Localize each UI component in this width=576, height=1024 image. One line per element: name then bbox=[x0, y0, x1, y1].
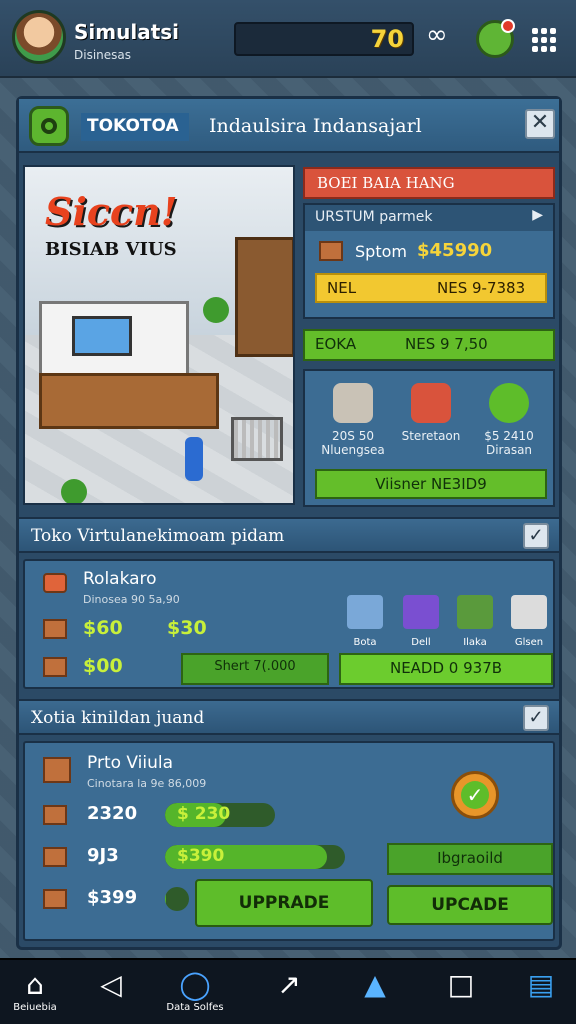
close-button[interactable]: ✕ bbox=[525, 109, 555, 139]
panel-1-value-c: $00 bbox=[83, 655, 123, 677]
checkbox-2[interactable]: ✓ bbox=[523, 705, 549, 731]
tools-icon bbox=[333, 383, 373, 423]
panel-2-title: Prto Viiula bbox=[87, 753, 174, 773]
stat-1: 20S 50 Nluengsea bbox=[315, 383, 391, 457]
item-ilaka[interactable]: Ilaka bbox=[453, 595, 497, 648]
shirt-icon bbox=[43, 573, 67, 593]
scene-title: Siccn! bbox=[45, 189, 178, 234]
crate-icon bbox=[319, 241, 343, 261]
coin-value: 70 bbox=[370, 25, 404, 53]
crate-icon bbox=[43, 757, 71, 783]
square-icon: □ bbox=[447, 968, 475, 1001]
back-icon: ◁ bbox=[100, 968, 122, 1001]
upgraded-button[interactable]: Ibgraoild bbox=[387, 843, 553, 875]
crate-icon bbox=[43, 805, 67, 825]
crate-icon bbox=[43, 657, 67, 677]
item-bota[interactable]: Bota bbox=[343, 595, 387, 648]
notification-dot bbox=[501, 19, 515, 33]
cart-icon bbox=[411, 383, 451, 423]
nav-boat[interactable]: ▲ bbox=[340, 968, 410, 1002]
crate-icon bbox=[43, 847, 67, 867]
shield-icon bbox=[29, 106, 69, 146]
laptop-icon bbox=[347, 595, 383, 629]
yellow-price-bar[interactable]: NEL NES 9-7383 bbox=[315, 273, 547, 303]
search-icon: ◯ bbox=[179, 968, 211, 1001]
row-2-value: 9J3 bbox=[87, 845, 119, 866]
panel-1-title: Rolakaro bbox=[83, 569, 157, 589]
green-price-bar[interactable]: EOKA NES 9 7,50 bbox=[303, 329, 555, 361]
leaf-icon bbox=[489, 383, 529, 423]
panel-2-sub: Cinotara la 9e 86,009 bbox=[87, 777, 207, 790]
plant-icon bbox=[203, 297, 229, 323]
boat-icon: ▲ bbox=[364, 968, 386, 1001]
nav-square[interactable]: □ bbox=[426, 968, 496, 1002]
section-panel-2: Prto Viiula Cinotara la 9e 86,009 ✓ 2320… bbox=[23, 741, 555, 941]
machine-icon bbox=[511, 595, 547, 629]
row-3-value: $399 bbox=[87, 887, 138, 908]
plant-icon bbox=[61, 479, 87, 503]
link-icon[interactable]: ∞ bbox=[426, 20, 448, 50]
row-2-progress: $390 bbox=[165, 845, 345, 869]
section-panel-1: Rolakaro Dinosea 90 5a,90 $60 $30 $00 Sh… bbox=[23, 559, 555, 689]
bottom-nav: ⌂ Beiuebia ◁ ◯ Data Solfes ↗ ▲ □ ▤ bbox=[0, 958, 576, 1024]
item-dell[interactable]: Dell bbox=[399, 595, 443, 648]
offer-head[interactable]: URSTUM parmek ▶ bbox=[305, 205, 553, 231]
panel-1-green-button[interactable]: NEADD 0 937B bbox=[339, 653, 553, 685]
shelf bbox=[235, 237, 293, 357]
nav-search[interactable]: ◯ Data Solfes bbox=[160, 968, 230, 1013]
briefcase-icon: ▤ bbox=[527, 968, 555, 1001]
notification-icon[interactable] bbox=[476, 19, 515, 58]
share-icon: ↗ bbox=[277, 968, 301, 1001]
nav-back[interactable]: ◁ bbox=[76, 968, 146, 1002]
stats-box: 20S 50 Nluengsea Steretaon $5 2410 Dirasan… bbox=[303, 369, 555, 507]
success-badge-icon: ✓ bbox=[451, 771, 499, 819]
modal-header: TOKOTOA Indaulsira Indansajarl ✕ bbox=[19, 99, 559, 153]
panel-1-bar[interactable]: Shert 7(.000 bbox=[181, 653, 329, 685]
stats-button[interactable]: Viisner NE3ID9 bbox=[315, 469, 547, 499]
coin-bar: 70 bbox=[234, 22, 414, 56]
shop-counter bbox=[39, 373, 219, 429]
update-button[interactable]: UPCADE bbox=[387, 885, 553, 925]
upprade-button[interactable]: UPPRADE bbox=[195, 879, 373, 927]
nav-home[interactable]: ⌂ Beiuebia bbox=[0, 968, 70, 1013]
box-icon bbox=[403, 595, 439, 629]
scene-subtitle: BISIAB VIUS bbox=[45, 239, 177, 260]
shopper-figure bbox=[185, 437, 203, 481]
row-3-progress bbox=[165, 887, 189, 911]
picture-icon bbox=[457, 595, 493, 629]
home-icon: ⌂ bbox=[26, 968, 44, 1001]
row-1-progress: $ 230 bbox=[165, 803, 275, 827]
row-1-value: 2320 bbox=[87, 803, 138, 824]
grid-menu-icon[interactable] bbox=[532, 28, 556, 52]
section-header-2: Xotia kinildan juand ✓ bbox=[19, 699, 559, 735]
crate-icon bbox=[43, 889, 67, 909]
stat-3: $5 2410 Dirasan bbox=[471, 383, 547, 457]
avatar[interactable] bbox=[12, 10, 66, 64]
nav-share[interactable]: ↗ bbox=[254, 968, 324, 1002]
panel-1-sub: Dinosea 90 5a,90 bbox=[83, 593, 180, 606]
offer-box: URSTUM parmek ▶ Sptom $45990 NEL NES 9-738… bbox=[303, 203, 555, 319]
offer-item-price: $45990 bbox=[417, 240, 493, 261]
checkbox-1[interactable]: ✓ bbox=[523, 523, 549, 549]
shop-modal: TOKOTOA Indaulsira Indansajarl ✕ Siccn! … bbox=[16, 96, 562, 950]
shopping-cart-icon bbox=[231, 417, 283, 461]
shop-scene-image: Siccn! BISIAB VIUS bbox=[23, 165, 295, 505]
nav-briefcase[interactable]: ▤ bbox=[506, 968, 576, 1002]
top-bar: Simulatsi Disinesas 70 ∞ bbox=[0, 0, 576, 78]
stat-2: Steretaon bbox=[393, 383, 469, 443]
offer-banner: BOEI BAIA HANG bbox=[303, 167, 555, 199]
app-title: Simulatsi bbox=[74, 20, 180, 44]
chevron-right-icon: ▶ bbox=[532, 207, 543, 223]
app-subtitle: Disinesas bbox=[74, 48, 132, 62]
offer-item-label: Sptom bbox=[355, 242, 407, 261]
item-glsen[interactable]: Glsen bbox=[507, 595, 551, 648]
crate-icon bbox=[43, 619, 67, 639]
section-header-1: Toko Virtulanekimoam pidam ✓ bbox=[19, 517, 559, 553]
modal-tag: TOKOTOA bbox=[81, 113, 189, 141]
panel-1-value-a: $60 bbox=[83, 617, 123, 639]
panel-1-value-b: $30 bbox=[167, 617, 207, 639]
modal-subtitle: Indaulsira Indansajarl bbox=[209, 115, 422, 137]
